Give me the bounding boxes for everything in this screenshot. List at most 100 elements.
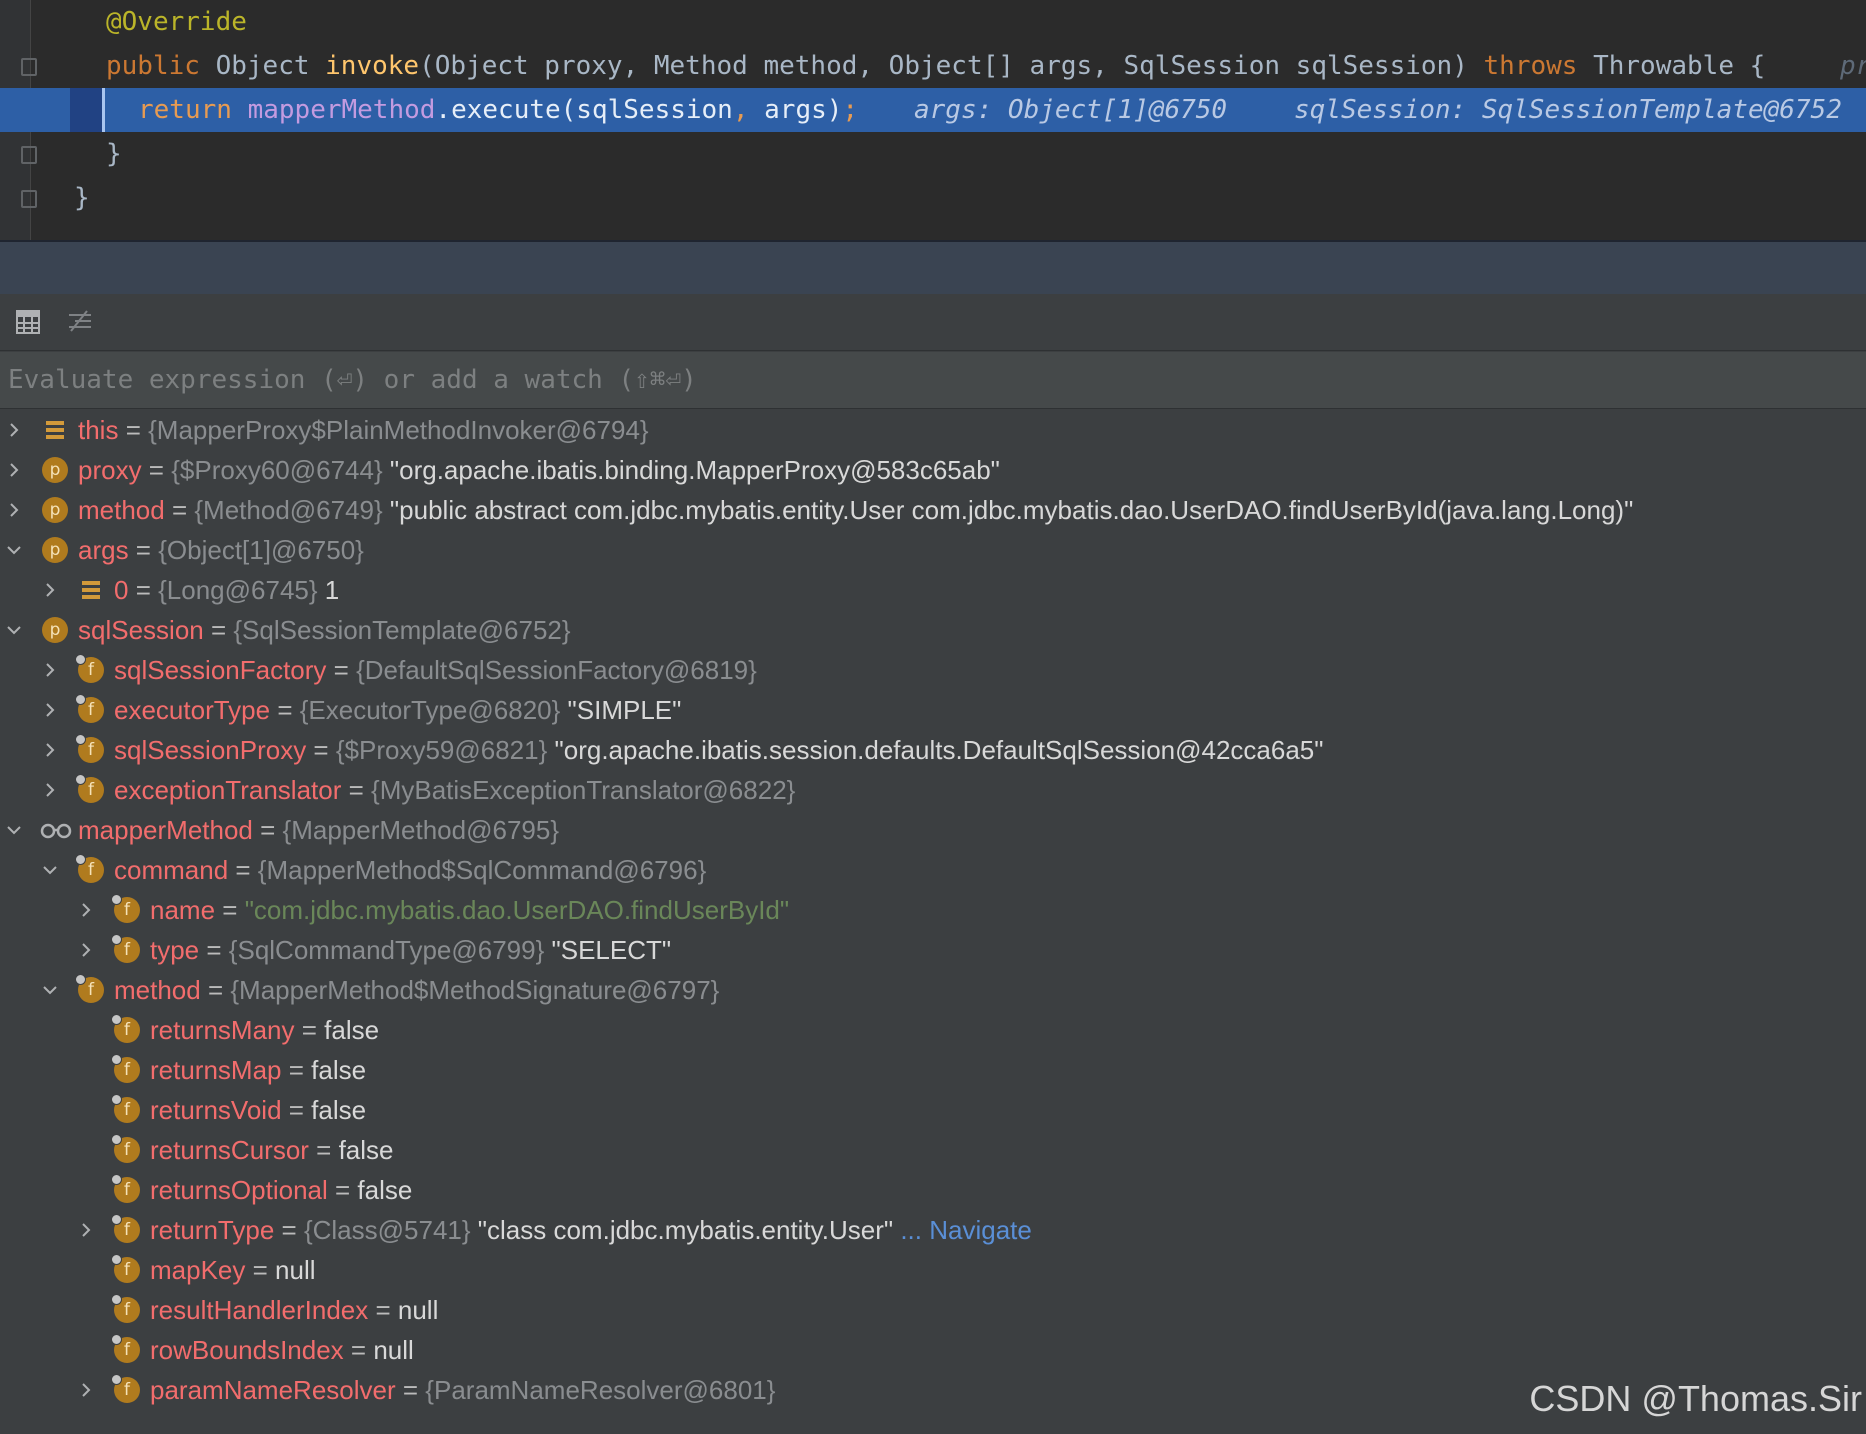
chevron-down-icon[interactable]: [38, 850, 62, 890]
code-line: public Object invoke(Object proxy, Metho…: [0, 44, 1866, 88]
variable-entry: paramNameResolver = {ParamNameResolver@6…: [150, 1375, 776, 1405]
field-icon: f: [111, 1134, 140, 1163]
variable-entry: returnsMap = false: [150, 1055, 367, 1085]
tree-row-sqlsessionproxy[interactable]: f sqlSessionProxy = {$Proxy59@6821} "org…: [0, 730, 1866, 770]
tree-row-rowboundsindex[interactable]: f rowBoundsIndex = null: [0, 1330, 1866, 1370]
method-name: invoke: [325, 51, 420, 81]
tree-row-returnscursor[interactable]: f returnsCursor = false: [0, 1130, 1866, 1170]
tree-row-resulthandlerindex[interactable]: f resultHandlerIndex = null: [0, 1290, 1866, 1330]
chevron-right-icon[interactable]: [74, 1210, 98, 1250]
variable-entry: returnsCursor = false: [150, 1135, 394, 1165]
variable-entry: sqlSession = {SqlSessionTemplate@6752}: [78, 615, 571, 645]
parameter-icon: p: [42, 617, 68, 643]
watch-glasses-icon: [40, 817, 72, 843]
tree-row-command-type[interactable]: f type = {SqlCommandType@6799} "SELECT": [0, 930, 1866, 970]
variable-entry: executorType = {ExecutorType@6820} "SIMP…: [114, 695, 682, 725]
tree-row-command[interactable]: f command = {MapperMethod$SqlCommand@679…: [0, 850, 1866, 890]
tree-row-returnsvoid[interactable]: f returnsVoid = false: [0, 1090, 1866, 1130]
panel-divider[interactable]: [0, 240, 1866, 294]
stack-frame-icon: [42, 417, 68, 443]
call-args: args): [748, 95, 843, 125]
chevron-right-icon[interactable]: [38, 570, 62, 610]
chevron-right-icon[interactable]: [74, 1370, 98, 1410]
method-signature: public Object invoke(Object proxy, Metho…: [106, 44, 1765, 88]
variables-tree: this = {MapperProxy$PlainMethodInvoker@6…: [0, 410, 1866, 1434]
tree-row-exceptiontranslator[interactable]: f exceptionTranslator = {MyBatisExceptio…: [0, 770, 1866, 810]
chevron-right-icon[interactable]: [74, 890, 98, 930]
closing-brace: }: [106, 139, 122, 169]
tree-row-this[interactable]: this = {MapperProxy$PlainMethodInvoker@6…: [0, 410, 1866, 450]
tree-row-returnsmap[interactable]: f returnsMap = false: [0, 1050, 1866, 1090]
evaluate-expression-input[interactable]: [0, 352, 1840, 408]
code-editor[interactable]: @Override public Object invoke(Object pr…: [0, 0, 1866, 240]
variable-entry: command = {MapperMethod$SqlCommand@6796}: [114, 855, 707, 885]
variable-entry: returnsVoid = false: [150, 1095, 367, 1125]
parameter-icon: p: [42, 537, 68, 563]
tree-row-proxy[interactable]: p proxy = {$Proxy60@6744} "org.apache.ib…: [0, 450, 1866, 490]
chevron-down-icon[interactable]: [38, 970, 62, 1010]
evaluate-expression-bar: [0, 352, 1866, 409]
tree-row-args[interactable]: p args = {Object[1]@6750}: [0, 530, 1866, 570]
tree-row-mapkey[interactable]: f mapKey = null: [0, 1250, 1866, 1290]
table-view-icon[interactable]: [14, 308, 42, 336]
variable-entry: this = {MapperProxy$PlainMethodInvoker@6…: [78, 415, 649, 445]
field-icon: f: [111, 1294, 140, 1323]
variable-entry: name = "com.jdbc.mybatis.dao.UserDAO.fin…: [150, 895, 790, 925]
variable-entry: resultHandlerIndex = null: [150, 1295, 439, 1325]
field-icon: f: [111, 1374, 140, 1403]
variable-entry: returnType = {Class@5741} "class com.jdb…: [150, 1215, 1032, 1245]
variable-entry: rowBoundsIndex = null: [150, 1335, 414, 1365]
code-line: }: [0, 176, 1866, 220]
variable-entry: returnsOptional = false: [150, 1175, 413, 1205]
tree-row-command-name[interactable]: f name = "com.jdbc.mybatis.dao.UserDAO.f…: [0, 890, 1866, 930]
variable-entry: args = {Object[1]@6750}: [78, 535, 364, 565]
field-icon: f: [111, 1174, 140, 1203]
field-icon: f: [75, 734, 104, 763]
inline-hint-faded: pr: [1840, 51, 1866, 81]
chevron-right-icon[interactable]: [74, 930, 98, 970]
chevron-right-icon[interactable]: [38, 650, 62, 690]
chevron-right-icon[interactable]: [2, 410, 26, 450]
variable-entry: exceptionTranslator = {MyBatisExceptionT…: [114, 775, 796, 805]
tree-row-returntype[interactable]: f returnType = {Class@5741} "class com.j…: [0, 1210, 1866, 1250]
chevron-right-icon[interactable]: [2, 450, 26, 490]
field-icon: f: [111, 894, 140, 923]
semicolon: ;: [842, 95, 859, 125]
array-element-icon: [78, 577, 104, 603]
field-icon: f: [111, 1334, 140, 1363]
keyword-throws: throws: [1483, 51, 1578, 81]
tree-row-mappermethod[interactable]: mapperMethod = {MapperMethod@6795}: [0, 810, 1866, 850]
field-icon: f: [111, 1014, 140, 1043]
field-icon: f: [75, 774, 104, 803]
field-icon: f: [111, 1054, 140, 1083]
chevron-right-icon[interactable]: [38, 770, 62, 810]
code-line: }: [0, 132, 1866, 176]
tree-row-args-0[interactable]: 0 = {Long@6745} 1: [0, 570, 1866, 610]
flatten-list-icon[interactable]: [66, 308, 94, 336]
chevron-right-icon[interactable]: [38, 730, 62, 770]
tree-row-method[interactable]: p method = {Method@6749} "public abstrac…: [0, 490, 1866, 530]
tree-row-sqlsession[interactable]: p sqlSession = {SqlSessionTemplate@6752}: [0, 610, 1866, 650]
navigate-link[interactable]: ... Navigate: [893, 1215, 1032, 1245]
execute-call: .execute(sqlSession: [435, 95, 733, 125]
keyword-public: public: [106, 51, 200, 81]
annotation-override: @Override: [106, 7, 247, 37]
tree-row-executortype[interactable]: f executorType = {ExecutorType@6820} "SI…: [0, 690, 1866, 730]
chevron-right-icon[interactable]: [38, 690, 62, 730]
inline-value-hint-args: args: Object[1]@6750: [914, 95, 1228, 125]
tree-row-method-signature[interactable]: f method = {MapperMethod$MethodSignature…: [0, 970, 1866, 1010]
watermark: CSDN @Thomas.Sir: [1529, 1378, 1862, 1419]
chevron-right-icon[interactable]: [2, 490, 26, 530]
chevron-down-icon[interactable]: [2, 810, 26, 850]
chevron-down-icon[interactable]: [2, 530, 26, 570]
chevron-down-icon[interactable]: [2, 610, 26, 650]
comma: ,: [732, 95, 749, 125]
code-line: @Override: [0, 0, 1866, 44]
variable-entry: method = {Method@6749} "public abstract …: [78, 495, 1634, 525]
parameter-icon: p: [42, 497, 68, 523]
tree-row-sqlsessionfactory[interactable]: f sqlSessionFactory = {DefaultSqlSession…: [0, 650, 1866, 690]
tree-row-returnsmany[interactable]: f returnsMany = false: [0, 1010, 1866, 1050]
field-icon: f: [111, 934, 140, 963]
tree-row-returnsoptional[interactable]: f returnsOptional = false: [0, 1170, 1866, 1210]
return-type: Object: [199, 51, 326, 81]
